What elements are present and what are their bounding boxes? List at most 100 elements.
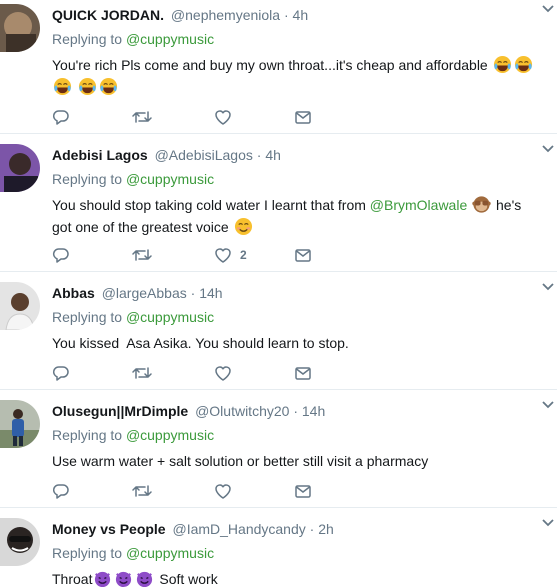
direct-message-button[interactable] — [294, 245, 312, 265]
tweet[interactable]: Money vs People @IamD_Handycandy · 2h Re… — [0, 508, 557, 588]
envelope-icon — [295, 367, 311, 380]
replying-label: Replying to — [52, 171, 123, 187]
display-name[interactable]: Adebisi Lagos — [52, 147, 148, 163]
retweet-button[interactable] — [132, 245, 152, 265]
avatar[interactable] — [0, 518, 40, 566]
replying-to: Replying to @cuppymusic — [52, 30, 543, 48]
user-handle[interactable]: @IamD_Handycandy — [172, 521, 305, 537]
replying-to: Replying to @cuppymusic — [52, 544, 543, 562]
tweet-actions: 2 — [52, 245, 332, 265]
like-count: 2 — [240, 248, 247, 262]
like-button[interactable] — [214, 363, 240, 383]
replying-to-link[interactable]: @cuppymusic — [126, 427, 214, 443]
retweet-icon — [132, 249, 152, 261]
replying-label: Replying to — [52, 309, 123, 325]
tweet-actions — [52, 107, 332, 127]
like-button[interactable] — [214, 481, 240, 501]
display-name[interactable]: Money vs People — [52, 521, 166, 537]
avatar[interactable] — [0, 4, 40, 52]
tweet-text-before: You should stop taking cold water I lear… — [52, 197, 366, 213]
replying-to: Replying to @cuppymusic — [52, 426, 543, 444]
chevron-down-icon[interactable] — [541, 400, 555, 410]
reply-button[interactable] — [52, 245, 70, 265]
retweet-button[interactable] — [132, 481, 152, 501]
reply-icon — [52, 484, 69, 499]
direct-message-button[interactable] — [294, 363, 312, 383]
reply-button[interactable] — [52, 107, 70, 127]
avatar[interactable] — [0, 282, 40, 330]
chevron-down-icon[interactable] — [541, 518, 555, 528]
smiling-devil-emoji — [114, 569, 133, 588]
tweet-text: You kissed Asa Asika. You should learn t… — [52, 332, 543, 354]
smiling-devil-emoji — [135, 569, 154, 588]
tweet-header: Abbas @largeAbbas · 14h — [52, 284, 543, 302]
replying-to-link[interactable]: @cuppymusic — [126, 309, 214, 325]
laughing-emoji — [99, 77, 118, 96]
laughing-emoji — [53, 77, 72, 96]
chevron-down-icon[interactable] — [541, 4, 555, 14]
mention-link[interactable]: @BrymOlawale — [370, 197, 467, 213]
heart-icon — [215, 110, 231, 125]
timestamp[interactable]: 2h — [318, 521, 334, 537]
user-handle[interactable]: @largeAbbas — [102, 285, 187, 301]
direct-message-button[interactable] — [294, 107, 312, 127]
tweet-text-content: You kissed Asa Asika. You should learn t… — [52, 335, 349, 351]
display-name[interactable]: Abbas — [52, 285, 95, 301]
user-handle[interactable]: @Olutwitchy20 — [195, 403, 289, 419]
separator-dot: · — [256, 147, 262, 163]
see-no-evil-monkey-emoji — [472, 195, 491, 214]
heart-icon — [215, 484, 231, 499]
timestamp[interactable]: 4h — [293, 7, 309, 23]
envelope-icon — [295, 485, 311, 498]
tweet-actions — [52, 363, 332, 383]
tweet-text-content: You're rich Pls come and buy my own thro… — [52, 57, 488, 73]
replying-label: Replying to — [52, 427, 123, 443]
tweet-actions — [52, 481, 332, 501]
tweet-text: You should stop taking cold water I lear… — [52, 194, 543, 238]
retweet-button[interactable] — [132, 363, 152, 383]
like-button[interactable] — [214, 107, 240, 127]
retweet-icon — [132, 367, 152, 379]
reply-icon — [52, 248, 69, 263]
display-name[interactable]: QUICK JORDAN. — [52, 7, 164, 23]
replying-to-link[interactable]: @cuppymusic — [126, 31, 214, 47]
laughing-emoji — [78, 77, 97, 96]
tweet-text: You're rich Pls come and buy my own thro… — [52, 54, 543, 98]
like-button[interactable]: 2 — [214, 245, 247, 265]
replying-label: Replying to — [52, 545, 123, 561]
retweet-icon — [132, 485, 152, 497]
display-name[interactable]: Olusegun||MrDimple — [52, 403, 188, 419]
replying-to: Replying to @cuppymusic — [52, 170, 543, 188]
avatar[interactable] — [0, 400, 40, 448]
reply-icon — [52, 366, 69, 381]
retweet-button[interactable] — [132, 107, 152, 127]
tweet-header: QUICK JORDAN. @nephemyeniola · 4h — [52, 6, 543, 24]
heart-icon — [215, 248, 231, 263]
tweet-header: Adebisi Lagos @AdebisiLagos · 4h — [52, 146, 543, 164]
reply-button[interactable] — [52, 481, 70, 501]
user-handle[interactable]: @AdebisiLagos — [155, 147, 253, 163]
tweet-text: Throat Soft work — [52, 568, 543, 588]
reply-feed: QUICK JORDAN. @nephemyeniola · 4h Replyi… — [0, 0, 557, 588]
laughing-emoji — [514, 55, 533, 74]
replying-to-link[interactable]: @cuppymusic — [126, 171, 214, 187]
timestamp[interactable]: 14h — [302, 403, 325, 419]
avatar[interactable] — [0, 144, 40, 192]
reply-button[interactable] — [52, 363, 70, 383]
timestamp[interactable]: 4h — [265, 147, 281, 163]
replying-to: Replying to @cuppymusic — [52, 308, 543, 326]
retweet-icon — [132, 111, 152, 123]
chevron-down-icon[interactable] — [541, 144, 555, 154]
tweet-text-before: Throat — [52, 571, 93, 587]
envelope-icon — [295, 111, 311, 124]
reply-icon — [52, 110, 69, 125]
chevron-down-icon[interactable] — [541, 282, 555, 292]
direct-message-button[interactable] — [294, 481, 312, 501]
tweet-text-content: Use warm water + salt solution or better… — [52, 453, 429, 469]
timestamp[interactable]: 14h — [199, 285, 222, 301]
replying-to-link[interactable]: @cuppymusic — [126, 545, 214, 561]
laughing-emoji — [493, 55, 512, 74]
tweet-header: Money vs People @IamD_Handycandy · 2h — [52, 520, 543, 538]
smiling-emoji — [234, 217, 253, 236]
user-handle[interactable]: @nephemyeniola — [171, 7, 280, 23]
